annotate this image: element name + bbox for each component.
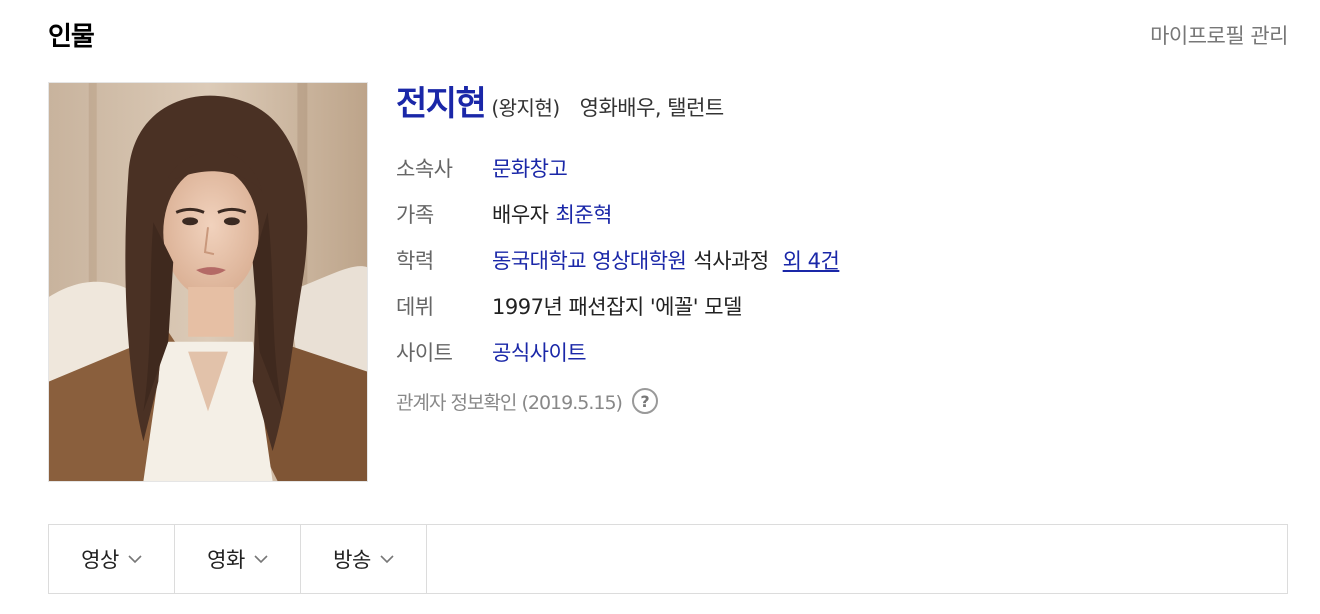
debut-value: 1997년 패션잡지 '에꼴' 모델 xyxy=(492,295,742,319)
chevron-down-icon xyxy=(380,554,394,564)
site-row: 사이트 공식사이트 xyxy=(396,329,1276,375)
person-name-link[interactable]: 전지현 xyxy=(396,76,487,125)
verification-text: 관계자 정보확인 (2019.5.15) xyxy=(396,391,623,414)
info-rows: 소속사 문화창고 가족 배우자 최준혁 학력 동국대학교 영상대학원 석사과정 … xyxy=(396,145,1276,375)
course-text: 석사과정 xyxy=(693,249,769,273)
education-more-link[interactable]: 외 4건 xyxy=(783,245,840,275)
site-label: 사이트 xyxy=(396,341,453,365)
debut-row: 데뷔 1997년 패션잡지 '에꼴' 모델 xyxy=(396,283,1276,329)
tab-label: 영화 xyxy=(207,548,245,572)
my-profile-manage-link[interactable]: 마이프로필 관리 xyxy=(1150,20,1288,50)
tab-broadcast[interactable]: 방송 xyxy=(301,525,427,593)
chevron-down-icon xyxy=(254,554,268,564)
chevron-down-icon xyxy=(128,554,142,564)
family-row: 가족 배우자 최준혁 xyxy=(396,191,1276,237)
family-relation: 배우자 xyxy=(492,203,549,227)
portrait-image xyxy=(49,83,367,481)
official-site-link[interactable]: 공식사이트 xyxy=(492,337,587,367)
debut-label: 데뷔 xyxy=(396,295,434,319)
section-title: 인물 xyxy=(48,22,95,52)
category-tabs: 영상 영화 방송 xyxy=(48,524,1288,594)
tab-video[interactable]: 영상 xyxy=(49,525,175,593)
education-label: 학력 xyxy=(396,249,434,273)
verification-note: 관계자 정보확인 (2019.5.15) ? xyxy=(396,381,1276,421)
help-icon[interactable]: ? xyxy=(631,388,658,414)
tab-movie[interactable]: 영화 xyxy=(175,525,301,593)
family-label: 가족 xyxy=(396,203,434,227)
spouse-link[interactable]: 최준혁 xyxy=(555,199,612,229)
education-row: 학력 동국대학교 영상대학원 석사과정 외 4건 xyxy=(396,237,1276,283)
school-link[interactable]: 동국대학교 영상대학원 xyxy=(492,245,687,275)
tab-label: 영상 xyxy=(81,548,119,572)
profile-info: 전지현 (왕지현) 영화배우, 탤런트 소속사 문화창고 가족 배우자 최준혁 … xyxy=(396,76,1276,421)
original-name: (왕지현) xyxy=(491,96,560,120)
agency-label: 소속사 xyxy=(396,157,453,181)
tab-label: 방송 xyxy=(333,548,371,572)
agency-link[interactable]: 문화창고 xyxy=(492,153,568,183)
profile-photo[interactable] xyxy=(48,82,368,482)
job-title: 영화배우, 탤런트 xyxy=(579,96,725,120)
name-row: 전지현 (왕지현) 영화배우, 탤런트 xyxy=(396,76,1276,124)
agency-row: 소속사 문화창고 xyxy=(396,145,1276,191)
